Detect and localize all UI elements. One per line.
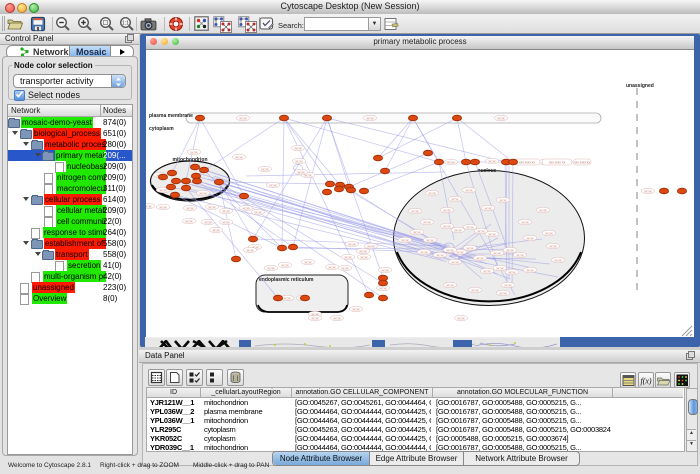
svg-text:xx xx: xx xx — [499, 292, 507, 296]
svg-text:xx xx: xx xx — [281, 264, 289, 268]
svg-text:xx xx: xx xx — [159, 189, 167, 193]
svg-text:xx xx: xx xx — [269, 184, 277, 188]
svg-text:xx xx: xx xx — [185, 220, 193, 224]
svg-text:xx xx: xx xx — [436, 254, 444, 258]
svg-text:xx xx: xx xx — [499, 199, 507, 203]
svg-text:nucleus: nucleus — [478, 168, 497, 174]
svg-text:xx xx: xx xx — [428, 192, 436, 196]
svg-text:xx xx: xx xx — [516, 254, 524, 258]
svg-text:xx xx: xx xx — [539, 209, 547, 213]
svg-text:xx xx: xx xx — [545, 232, 553, 236]
svg-text:xx xx: xx xx — [348, 243, 356, 247]
svg-text:xx xx: xx xx — [367, 245, 375, 249]
svg-text:xx xx: xx xx — [146, 205, 152, 209]
svg-text:unassigned: unassigned — [626, 83, 654, 89]
svg-text:xx xx: xx xx — [401, 239, 409, 243]
svg-text:xx xx: xx xx — [446, 249, 454, 253]
svg-text:xx xx: xx xx — [360, 256, 368, 260]
svg-text:xxx xxxx xx: xxx xxxx xx — [519, 160, 536, 164]
svg-text:xx xx: xx xx — [411, 210, 419, 214]
svg-text:xx xx: xx xx — [186, 207, 194, 211]
svg-text:xx xx: xx xx — [493, 252, 501, 256]
svg-text:xx xx: xx xx — [297, 171, 305, 175]
svg-text:xx xx: xx xx — [526, 237, 534, 241]
svg-text:xx xx: xx xx — [483, 270, 491, 274]
svg-text:xx xx: xx xx — [199, 192, 207, 196]
svg-text:xx xx: xx xx — [484, 207, 492, 211]
svg-text:xx xx: xx xx — [208, 206, 216, 210]
svg-text:xx xx: xx xx — [235, 156, 243, 160]
svg-text:xx xx: xx xx — [446, 284, 454, 288]
svg-text:plasma membrane: plasma membrane — [149, 113, 193, 119]
svg-text:xx xx: xx xx — [204, 221, 212, 225]
svg-text:xx xx: xx xx — [420, 251, 428, 255]
svg-text:xx xx: xx xx — [443, 225, 451, 229]
svg-text:xx xx: xx xx — [379, 287, 387, 291]
svg-text:xx xx: xx xx — [465, 189, 473, 193]
svg-text:1:1: 1:1 — [122, 21, 129, 27]
svg-text:xx xx: xx xx — [476, 257, 484, 261]
svg-text:xx xx: xx xx — [451, 198, 459, 202]
svg-text:cytoplasm: cytoplasm — [149, 126, 174, 132]
svg-text:xx xx: xx xx — [466, 226, 474, 230]
svg-text:endoplasmic reticulum: endoplasmic reticulum — [259, 277, 314, 283]
svg-text:xx xx: xx xx — [443, 209, 451, 213]
svg-text:xx xx: xx xx — [352, 308, 360, 312]
svg-text:xx xx: xx xx — [304, 261, 312, 265]
svg-text:xx xx: xx xx — [426, 239, 434, 243]
svg-text:xx xx: xx xx — [508, 271, 516, 275]
svg-text:xxx xxxx xx: xxx xxxx xx — [574, 160, 591, 164]
svg-text:xx xx: xx xx — [283, 297, 291, 301]
svg-text:xx xx: xx xx — [496, 267, 504, 271]
svg-text:xx xx: xx xx — [506, 249, 514, 253]
svg-text:xx xx: xx xx — [457, 317, 465, 321]
svg-text:xx xx: xx xx — [549, 245, 557, 249]
svg-text:xx xx: xx xx — [295, 160, 303, 164]
svg-text:xx xx: xx xx — [366, 117, 374, 121]
svg-text:xx xx: xx xx — [212, 229, 220, 233]
svg-text:xx xx: xx xx — [242, 207, 250, 211]
svg-text:xx xx: xx xx — [521, 221, 529, 225]
svg-text:xx xx: xx xx — [246, 249, 254, 253]
svg-text:xx xx: xx xx — [423, 221, 431, 225]
svg-text:xx xx: xx xx — [381, 269, 389, 273]
svg-text:xx xx: xx xx — [159, 206, 167, 210]
svg-text:xx xx: xx xx — [644, 190, 652, 194]
svg-text:xx xx: xx xx — [333, 317, 341, 321]
svg-text:xx xx: xx xx — [359, 250, 367, 254]
svg-text:xx xx: xx xx — [526, 269, 534, 273]
svg-text:xx xx: xx xx — [190, 151, 198, 155]
svg-text:xxx xxxx xx: xxx xxxx xx — [549, 160, 566, 164]
svg-text:xx xx: xx xx — [447, 161, 455, 165]
svg-text:xx xx: xx xx — [222, 221, 230, 225]
svg-text:xx xx: xx xx — [344, 256, 352, 260]
svg-text:xx xx: xx xx — [413, 231, 421, 235]
svg-text:xx xx: xx xx — [294, 147, 302, 151]
svg-text:xx xx: xx xx — [488, 233, 496, 237]
svg-text:xx xx: xx xx — [504, 284, 512, 288]
svg-text:xx xx: xx xx — [471, 289, 479, 293]
svg-text:xx xx: xx xx — [554, 259, 562, 263]
svg-text:xx xx: xx xx — [451, 261, 459, 265]
svg-text:xx xx: xx xx — [497, 117, 505, 121]
svg-text:f(x): f(x) — [640, 377, 651, 386]
svg-text:xx xx: xx xx — [466, 247, 474, 251]
svg-text:xx xx: xx xx — [454, 229, 462, 233]
svg-text:xx xx: xx xx — [488, 160, 496, 164]
svg-text:xx xx: xx xx — [477, 230, 485, 234]
svg-text:xx xx: xx xx — [261, 168, 269, 172]
svg-text:xx xx: xx xx — [456, 251, 464, 255]
svg-text:xx xx: xx xx — [239, 117, 247, 121]
svg-text:xx xx: xx xx — [222, 210, 230, 214]
svg-text:xx xx: xx xx — [341, 267, 349, 271]
svg-text:xx xx: xx xx — [311, 317, 319, 321]
svg-text:xx xx: xx xx — [254, 211, 262, 215]
svg-text:xx xx: xx xx — [267, 267, 275, 271]
svg-text:xx xx: xx xx — [328, 266, 336, 270]
